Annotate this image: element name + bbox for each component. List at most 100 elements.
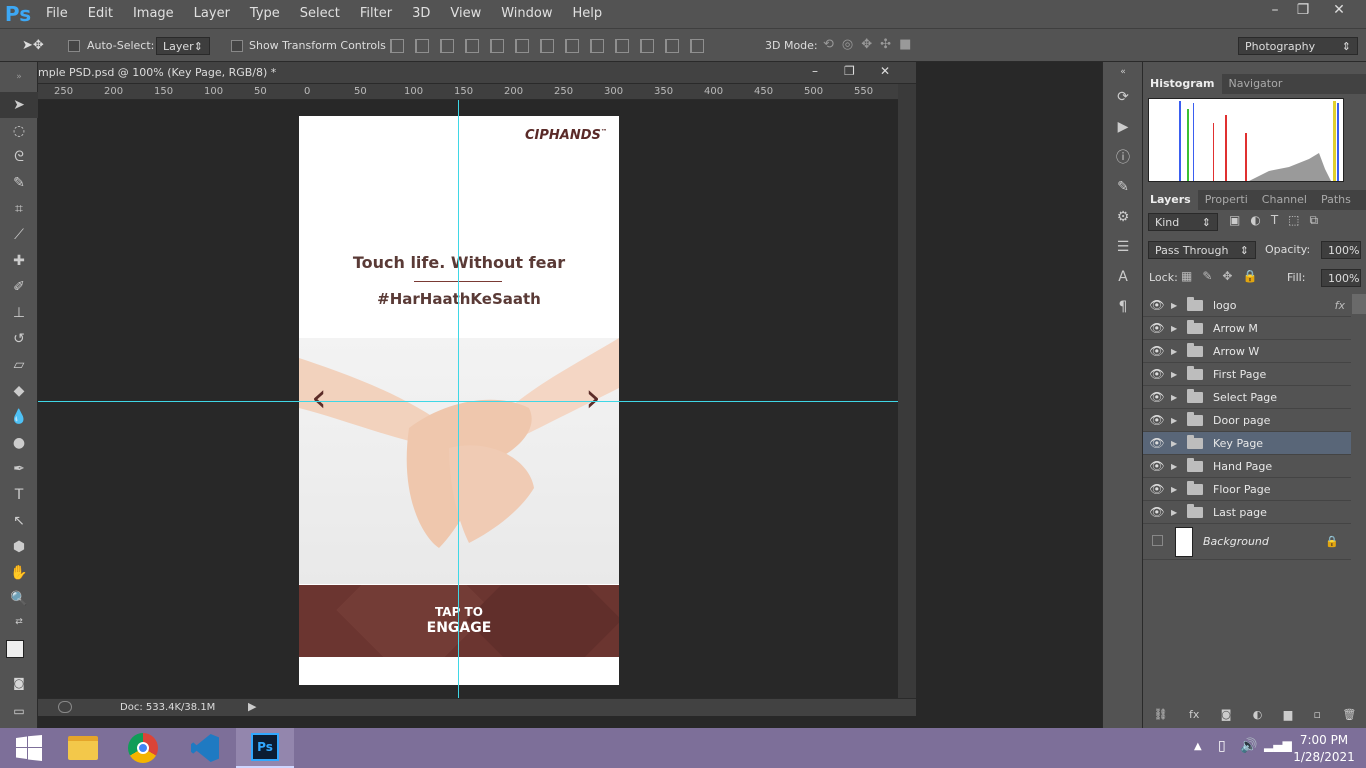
expand-triangle-icon[interactable]: ▶ (1171, 508, 1183, 517)
actions-panel-icon[interactable]: ▶ (1103, 112, 1143, 142)
visibility-eye-icon[interactable]: 👁 (1143, 390, 1171, 404)
distribute-left-icon[interactable] (615, 39, 629, 53)
menu-window[interactable]: Window (491, 0, 562, 28)
expand-triangle-icon[interactable]: ▶ (1171, 393, 1183, 402)
align-top-icon[interactable] (390, 39, 404, 53)
distribute-top-icon[interactable] (540, 39, 554, 53)
visibility-eye-icon[interactable]: 👁 (1143, 344, 1171, 358)
distribute-hcenter-icon[interactable] (640, 39, 654, 53)
windows-start-icon[interactable] (0, 728, 58, 768)
lock-all-icon[interactable]: 🔒 (1242, 269, 1257, 283)
vertical-scrollbar[interactable] (898, 84, 916, 698)
menu-edit[interactable]: Edit (78, 0, 123, 28)
layer-row-selected[interactable]: 👁 ▶ Key Page (1143, 432, 1351, 455)
layer-comps-icon[interactable]: ☰ (1103, 232, 1143, 262)
layer-fx-icon[interactable]: fx (1335, 299, 1345, 312)
layer-filter-kind-dropdown[interactable]: Kind ⇕ (1148, 213, 1218, 231)
tab-properties[interactable]: Properti (1198, 190, 1255, 210)
pen-tool-icon[interactable]: ✒ (0, 456, 38, 482)
filter-smartobject-icon[interactable]: ⧉ (1310, 213, 1319, 228)
layer-row[interactable]: 👁 ▶ Door page (1143, 409, 1351, 432)
healing-brush-tool-icon[interactable]: ✚ (0, 248, 38, 274)
doc-close-button[interactable]: ✕ (880, 64, 890, 78)
align-right-icon[interactable] (515, 39, 529, 53)
chrome-icon[interactable] (114, 728, 172, 768)
hand-tool-icon[interactable]: ✋ (0, 560, 38, 586)
layer-row[interactable]: 👁 ▶ First Page (1143, 363, 1351, 386)
expand-triangle-icon[interactable]: ▶ (1171, 370, 1183, 379)
filter-pixel-icon[interactable]: ▣ (1229, 213, 1240, 228)
lock-pixels-icon[interactable]: ✎ (1202, 269, 1212, 283)
blur-tool-icon[interactable]: 💧 (0, 404, 38, 430)
brush-presets-icon[interactable]: ✎ (1103, 172, 1143, 202)
distribute-right-icon[interactable] (665, 39, 679, 53)
layer-row[interactable]: 👁 ▶ Floor Page (1143, 478, 1351, 501)
menu-file[interactable]: File (36, 0, 78, 28)
auto-align-icon[interactable] (690, 39, 704, 53)
3d-scale-icon[interactable]: ■ (899, 37, 911, 52)
visibility-eye-icon[interactable]: 👁 (1143, 413, 1171, 427)
layer-row-background[interactable]: Background 🔒 (1143, 524, 1351, 560)
eraser-tool-icon[interactable]: ▱ (0, 352, 38, 378)
3d-slide-icon[interactable]: ✣ (880, 37, 891, 52)
dodge-tool-icon[interactable]: ● (0, 430, 38, 456)
expand-triangle-icon[interactable]: ▶ (1171, 416, 1183, 425)
layer-row[interactable]: 👁 ▶ Arrow W (1143, 340, 1351, 363)
vertical-guide[interactable] (458, 100, 459, 698)
paint-bucket-tool-icon[interactable]: ◆ (0, 378, 38, 404)
network-icon[interactable]: ▂▄▆ (1264, 738, 1292, 752)
foreground-color-swatch[interactable] (6, 640, 24, 658)
visibility-eye-icon[interactable]: 👁 (1143, 436, 1171, 450)
horizontal-guide[interactable] (38, 401, 898, 402)
history-panel-icon[interactable]: ⟳ (1103, 82, 1143, 112)
expand-triangle-icon[interactable]: ▶ (1171, 324, 1183, 333)
visibility-eye-icon[interactable]: 👁 (1143, 298, 1171, 312)
info-panel-icon[interactable]: ⓘ (1103, 142, 1143, 172)
distribute-vcenter-icon[interactable] (565, 39, 579, 53)
tab-channels[interactable]: Channel (1255, 190, 1314, 210)
3d-drag-icon[interactable]: ✥ (861, 37, 872, 52)
layer-row[interactable]: 👁 ▶ Last page (1143, 501, 1351, 524)
clone-stamp-tool-icon[interactable]: ⊥ (0, 300, 38, 326)
lasso-tool-icon[interactable]: ᘓ (0, 144, 38, 170)
visibility-eye-icon[interactable]: 👁 (1143, 367, 1171, 381)
character-panel-icon[interactable]: A (1103, 262, 1143, 292)
brush-tool-icon[interactable]: ✐ (0, 274, 38, 300)
link-layers-icon[interactable]: ⛓ (1154, 708, 1168, 728)
layer-row[interactable]: 👁 ▶ Arrow M (1143, 317, 1351, 340)
tool-presets-icon[interactable]: ⚙ (1103, 202, 1143, 232)
arrow-right-icon[interactable]: › (585, 378, 601, 418)
layer-row[interactable]: 👁 ▶ Select Page (1143, 386, 1351, 409)
quick-select-tool-icon[interactable]: ✎ (0, 170, 38, 196)
cta-banner[interactable]: TAP TO ENGAGE (299, 585, 619, 657)
add-style-icon[interactable]: fx (1189, 708, 1199, 728)
menu-type[interactable]: Type (240, 0, 290, 28)
quick-mask-icon[interactable]: ◙ (0, 672, 38, 694)
layer-row[interactable]: 👁 ▶ logo fx (1143, 294, 1351, 317)
lock-transparency-icon[interactable]: ▦ (1181, 269, 1192, 283)
doc-restore-button[interactable]: ❐ (844, 64, 855, 78)
tab-paths[interactable]: Paths (1314, 190, 1358, 210)
crop-tool-icon[interactable]: ⌗ (0, 196, 38, 222)
menu-filter[interactable]: Filter (350, 0, 402, 28)
marquee-tool-icon[interactable]: ◌ (0, 118, 38, 144)
clock-date[interactable]: 1/28/2021 (1292, 750, 1356, 764)
adjustment-layer-icon[interactable]: ◐ (1253, 708, 1263, 728)
menu-help[interactable]: Help (563, 0, 613, 28)
document-title-bar[interactable]: mple PSD.psd @ 100% (Key Page, RGB/8) * … (38, 62, 916, 84)
path-select-tool-icon[interactable]: ↖ (0, 508, 38, 534)
swap-colors-icon[interactable]: ⇄ (0, 612, 38, 632)
menu-layer[interactable]: Layer (184, 0, 240, 28)
clock-time[interactable]: 7:00 PM (1296, 733, 1352, 747)
layer-row[interactable]: 👁 ▶ Hand Page (1143, 455, 1351, 478)
filter-shape-icon[interactable]: ⬚ (1288, 213, 1299, 228)
arrow-left-icon[interactable]: ‹ (311, 378, 327, 418)
expand-triangle-icon[interactable]: ▶ (1171, 462, 1183, 471)
menu-image[interactable]: Image (123, 0, 184, 28)
expand-triangle-icon[interactable]: ▶ (1171, 347, 1183, 356)
opacity-input[interactable]: 100% (1321, 241, 1361, 259)
expand-triangle-icon[interactable]: ▶ (1171, 301, 1183, 310)
menu-select[interactable]: Select (290, 0, 350, 28)
show-transform-checkbox[interactable] (231, 40, 243, 52)
tab-histogram[interactable]: Histogram (1143, 74, 1222, 94)
